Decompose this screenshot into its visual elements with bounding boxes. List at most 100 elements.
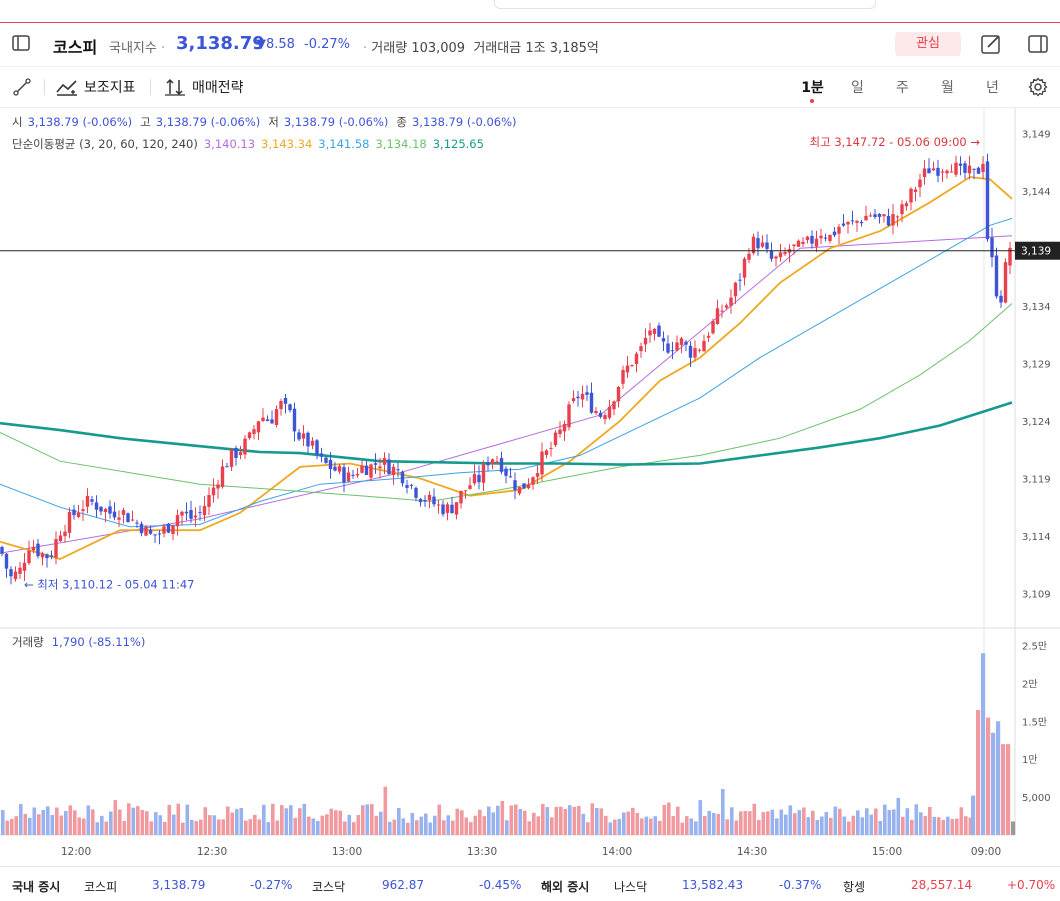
- volume-bar: [698, 800, 703, 835]
- volume-bar: [820, 816, 824, 835]
- ticker-kosdaq-name[interactable]: 코스닥: [312, 878, 345, 895]
- volume-bar: [163, 822, 167, 835]
- candle-body: [544, 450, 549, 455]
- drawing-tool-icon[interactable]: [12, 77, 32, 97]
- candle-body: [715, 308, 720, 324]
- volume-bar: [1001, 744, 1006, 835]
- volume-bar: [518, 809, 523, 835]
- ticker-kospi-name[interactable]: 코스피: [84, 878, 117, 895]
- candle-body: [868, 215, 873, 217]
- candle-body: [805, 236, 810, 241]
- volume-bar: [127, 803, 131, 835]
- ma-legend: 단순이동평균 (3, 20, 60, 120, 240) 3,140.13 3,14…: [12, 137, 484, 151]
- candle-body: [211, 487, 216, 496]
- candle-body: [891, 214, 895, 226]
- candle-body: [189, 510, 193, 519]
- y-tick-label: 3,149: [1022, 129, 1051, 140]
- candle-body: [175, 515, 180, 527]
- ticker-hangseng-value: 28,557.14: [911, 878, 973, 892]
- candle-body: [711, 321, 715, 334]
- volume-bar: [28, 817, 32, 835]
- ticker-nasdaq-name[interactable]: 나스닥: [614, 878, 647, 895]
- volume-bar: [865, 808, 869, 835]
- volume-bar: [541, 804, 545, 835]
- volume-bar: [694, 821, 698, 835]
- candle-body: [112, 511, 117, 518]
- favorite-button[interactable]: 관심: [895, 32, 961, 56]
- volume-bar: [707, 810, 712, 835]
- candle-body: [297, 432, 301, 440]
- candle-body: [936, 167, 940, 176]
- volume-bar: [158, 815, 163, 835]
- volume-bar: [338, 810, 343, 835]
- period-tab-1[interactable]: 일: [835, 77, 880, 97]
- x-tick-label: 12:00: [61, 846, 91, 858]
- candle-body: [162, 526, 166, 534]
- candle-body: [963, 163, 967, 173]
- volume-bar: [46, 806, 50, 835]
- volume-bar: [680, 822, 685, 835]
- candle-body: [589, 392, 594, 413]
- volume-bar: [307, 816, 311, 835]
- candle-body: [481, 464, 486, 483]
- candle-body: [967, 165, 972, 174]
- volume-bar: [280, 805, 284, 835]
- candle-body: [468, 485, 472, 489]
- volume-bar: [118, 809, 122, 835]
- candle-body: [747, 253, 751, 260]
- volume-bar: [500, 801, 505, 835]
- candle-body: [261, 417, 265, 421]
- period-tab-3[interactable]: 월: [925, 77, 970, 97]
- volume-bar: [244, 820, 248, 835]
- volume-bar: [397, 808, 401, 835]
- volume-bar: [599, 808, 604, 835]
- indicator-chart-icon: [56, 80, 77, 96]
- settings-gear-icon[interactable]: [1028, 77, 1048, 97]
- strategy-button[interactable]: 매매전략: [164, 77, 244, 97]
- indicators-button[interactable]: 보조지표: [56, 77, 136, 97]
- volume-bar: [986, 717, 991, 835]
- candle-body: [414, 487, 418, 498]
- period-tab-4[interactable]: 년: [970, 77, 1015, 97]
- ohlc-value: 3,138.79 (-0.06%): [284, 115, 389, 129]
- edit-icon[interactable]: [980, 33, 1002, 55]
- volume-bar: [631, 807, 635, 835]
- candle-body: [49, 555, 54, 557]
- search-box[interactable]: [494, 0, 876, 9]
- current-price: 3,138.79: [176, 33, 265, 54]
- volume-bar: [172, 814, 176, 835]
- volume-bar: [122, 820, 127, 835]
- candle-body: [319, 453, 324, 457]
- candle-body: [315, 440, 319, 456]
- volume-bar: [874, 808, 878, 835]
- volume-bar: [275, 820, 280, 835]
- right-panel-toggle-icon[interactable]: [1028, 35, 1048, 53]
- price-chart[interactable]: 3,149 3,144 3,134 3,129 3,124 3,119 3,114 3,109…: [0, 108, 1060, 865]
- ticker-hangseng-name[interactable]: 항셍: [843, 878, 865, 895]
- ma-legend-value: 3,143.34: [261, 137, 312, 151]
- volume-bar: [788, 805, 793, 835]
- candle-body: [931, 168, 936, 171]
- candle-body: [346, 472, 351, 482]
- candle-body: [679, 338, 684, 345]
- y-tick-label: 3,109: [1022, 589, 1051, 600]
- candle-body: [499, 458, 504, 472]
- candle-body: [490, 459, 495, 465]
- volume-bar: [523, 810, 527, 835]
- volume-bar: [712, 812, 716, 835]
- y-tick-label: 3,119: [1022, 474, 1051, 485]
- left-panel-toggle-icon[interactable]: [12, 35, 30, 51]
- candle-body: [27, 550, 31, 564]
- candle-body: [612, 401, 616, 410]
- candle-body: [207, 495, 211, 507]
- candle-body: [40, 553, 45, 558]
- candle-body: [225, 466, 229, 468]
- period-tab-2[interactable]: 주: [880, 77, 925, 97]
- volume-bar: [235, 809, 239, 835]
- volume-bar: [676, 806, 680, 835]
- candle-body: [4, 553, 9, 569]
- ma-legend-value: 3,141.58: [318, 137, 369, 151]
- period-tab-0[interactable]: 1분: [790, 77, 835, 103]
- volume-bar: [505, 820, 509, 835]
- x-tick-label: 15:00: [872, 846, 902, 858]
